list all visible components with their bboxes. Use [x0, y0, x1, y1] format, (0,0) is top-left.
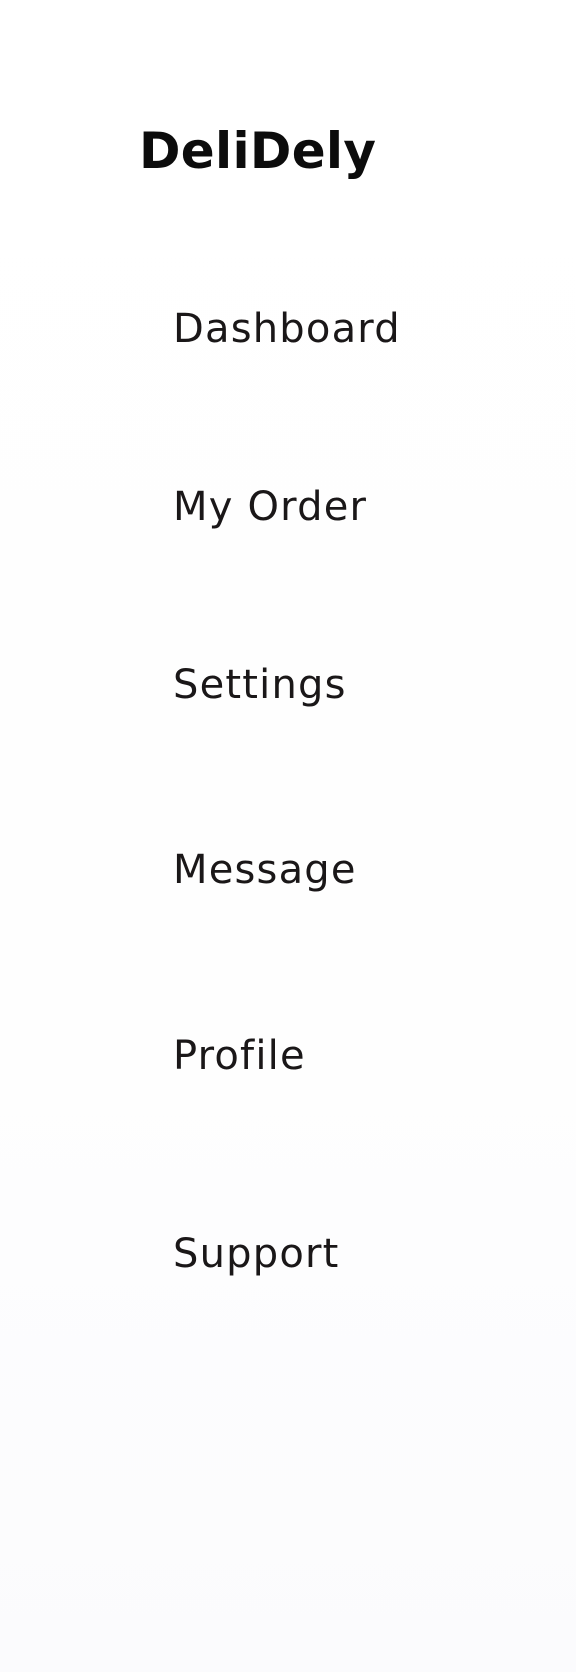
sidebar-item-support[interactable]: Support [173, 1227, 340, 1281]
sidebar: DeliDely Dashboard My Order Settings Mes… [0, 0, 576, 1672]
sidebar-item-profile[interactable]: Profile [173, 1029, 306, 1083]
sidebar-item-dashboard[interactable]: Dashboard [173, 302, 401, 356]
sidebar-item-my-order[interactable]: My Order [173, 480, 367, 534]
brand-logo[interactable]: DeliDely [139, 116, 376, 186]
sidebar-item-message[interactable]: Message [173, 843, 357, 897]
sidebar-item-settings[interactable]: Settings [173, 658, 347, 712]
